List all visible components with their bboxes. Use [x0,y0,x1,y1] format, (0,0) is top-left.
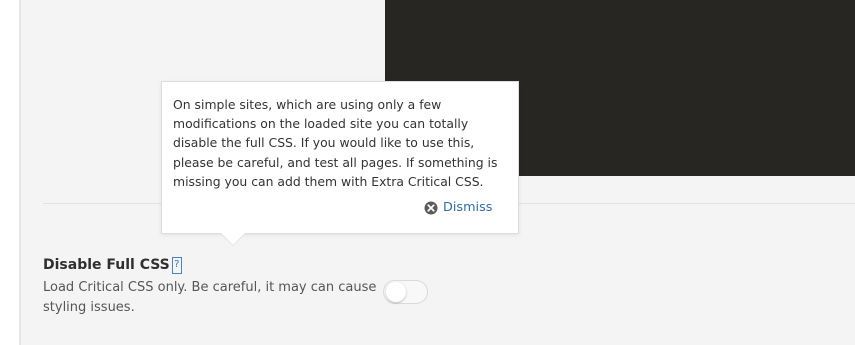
help-icon[interactable]: ? [171,256,182,274]
dismiss-label: Dismiss [443,200,493,215]
tooltip-arrow [221,233,245,245]
disable-full-css-toggle[interactable] [383,280,428,304]
dismiss-button[interactable]: Dismiss [424,200,492,215]
setting-title-row: Disable Full CSS ? [43,254,182,276]
setting-description: Load Critical CSS only. Be careful, it m… [43,280,377,315]
tooltip-text: On simple sites, which are using only a … [173,97,498,189]
toggle-knob [386,282,406,302]
settings-page: Disable Full CSS ? Load Critical CSS onl… [0,0,855,345]
close-circle-icon [424,201,438,214]
setting-title: Disable Full CSS [43,257,170,273]
